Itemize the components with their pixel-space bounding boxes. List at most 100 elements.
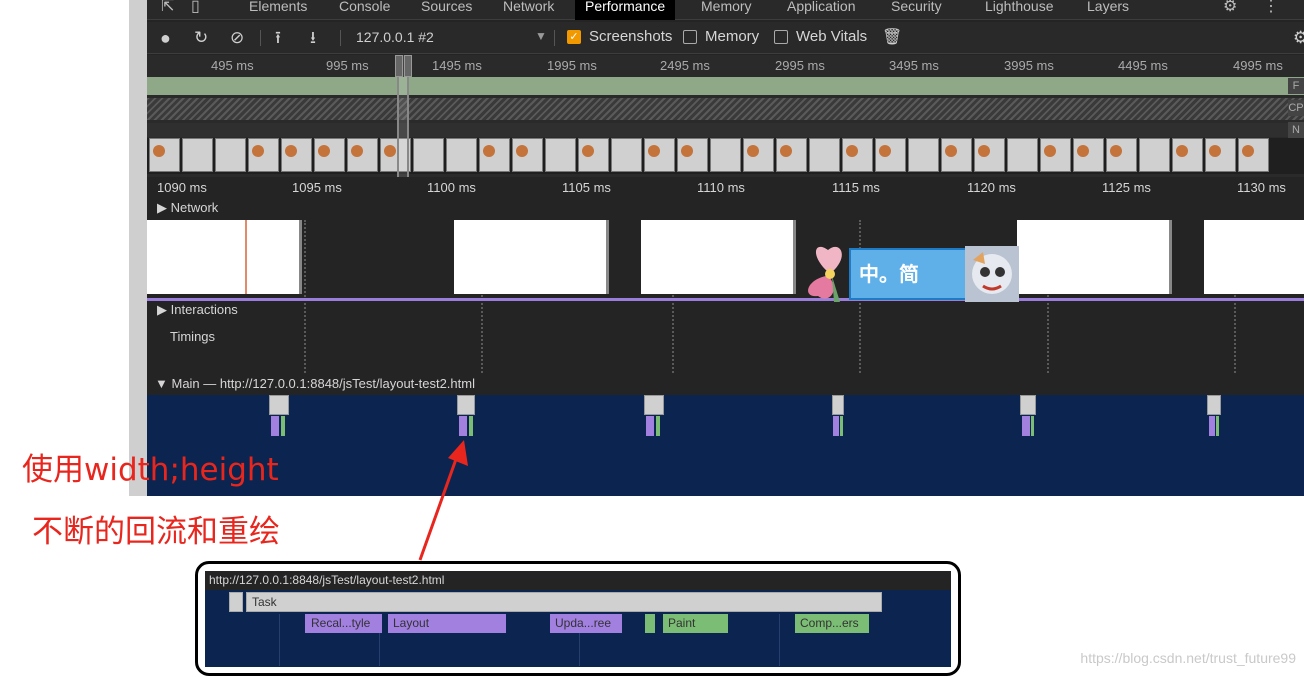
layout-block[interactable] xyxy=(271,416,279,436)
filmstrip-frame[interactable] xyxy=(1139,138,1170,172)
tab-memory[interactable]: Memory xyxy=(691,0,762,20)
cpu-label: CP xyxy=(1288,100,1304,116)
filmstrip-frame[interactable] xyxy=(941,138,972,172)
tab-sources[interactable]: Sources xyxy=(411,0,482,20)
filmstrip-frame[interactable] xyxy=(1205,138,1236,172)
selection-right-handle[interactable] xyxy=(404,55,412,77)
frame-screenshot[interactable] xyxy=(454,220,609,294)
filmstrip-frame[interactable] xyxy=(578,138,609,172)
paint-block[interactable] xyxy=(1031,416,1034,436)
network-track-label: Network xyxy=(170,200,219,215)
filmstrip-frame[interactable] xyxy=(710,138,741,172)
paint-block[interactable] xyxy=(469,416,473,436)
filmstrip-frame[interactable] xyxy=(512,138,543,172)
flamechart-gridline xyxy=(779,614,780,666)
sticker-text: 中。简 xyxy=(849,248,967,300)
net-label: N xyxy=(1288,122,1304,138)
tab-network[interactable]: Network xyxy=(493,0,564,20)
frame-screenshot[interactable] xyxy=(147,220,302,294)
record-icon[interactable]: ● xyxy=(160,27,171,49)
overview-tick: 3495 ms xyxy=(889,58,939,73)
main-track-toggle[interactable]: ▼ Main — http://127.0.0.1:8848/jsTest/la… xyxy=(155,376,475,391)
filmstrip-frame[interactable] xyxy=(1172,138,1203,172)
filmstrip-frame[interactable] xyxy=(182,138,213,172)
filmstrip-frame[interactable] xyxy=(644,138,675,172)
interactions-track-toggle[interactable]: ▶ Interactions xyxy=(157,302,238,318)
tab-lighthouse[interactable]: Lighthouse xyxy=(975,0,1064,20)
profile-select[interactable]: 127.0.0.1 #2 xyxy=(356,29,434,45)
filmstrip-frame[interactable] xyxy=(776,138,807,172)
chevron-down-icon[interactable]: ▼ xyxy=(535,29,547,43)
frame-screenshot[interactable] xyxy=(1204,220,1304,294)
trash-icon[interactable]: 🗑 xyxy=(882,27,902,49)
tab-application[interactable]: Application xyxy=(777,0,866,20)
layout-block[interactable] xyxy=(1209,416,1215,436)
layout-block[interactable] xyxy=(1022,416,1030,436)
filmstrip-frame[interactable] xyxy=(677,138,708,172)
paint-block[interactable] xyxy=(281,416,285,436)
filmstrip-frame[interactable] xyxy=(314,138,345,172)
tab-console[interactable]: Console xyxy=(329,0,400,20)
capture-settings-icon[interactable]: ⚙ xyxy=(1293,27,1304,49)
filmstrip-frame[interactable] xyxy=(842,138,873,172)
tab-performance[interactable]: Performance xyxy=(575,0,676,20)
clear-icon[interactable]: ⊘ xyxy=(230,27,244,49)
filmstrip-frame[interactable] xyxy=(248,138,279,172)
web-vitals-checkbox[interactable] xyxy=(774,30,788,44)
filmstrip-frame[interactable] xyxy=(347,138,378,172)
filmstrip-frame[interactable] xyxy=(413,138,444,172)
layout-block[interactable] xyxy=(833,416,839,436)
tab-elements[interactable]: Elements xyxy=(239,0,317,20)
network-track-toggle[interactable]: ▶ Network xyxy=(157,200,218,216)
screenshot-filmstrip[interactable] xyxy=(147,138,1304,174)
filmstrip-frame[interactable] xyxy=(1073,138,1104,172)
filmstrip-frame[interactable] xyxy=(611,138,642,172)
tab-layers[interactable]: Layers xyxy=(1077,0,1139,20)
filmstrip-frame[interactable] xyxy=(908,138,939,172)
paint-block[interactable] xyxy=(1216,416,1219,436)
main-thread-flamechart[interactable] xyxy=(147,395,1304,496)
filmstrip-frame[interactable] xyxy=(875,138,906,172)
device-toolbar-icon[interactable]: ▯ xyxy=(191,0,200,16)
tab-security[interactable]: Security xyxy=(881,0,952,20)
timeline-overview[interactable]: 495 ms 995 ms 1495 ms 1995 ms 2495 ms 29… xyxy=(147,55,1304,177)
load-profile-icon[interactable]: ⭱ xyxy=(275,27,281,49)
main-track-header[interactable]: ▼ Main — http://127.0.0.1:8848/jsTest/la… xyxy=(147,373,1304,395)
task-block[interactable] xyxy=(269,395,289,415)
task-block[interactable] xyxy=(457,395,475,415)
filmstrip-frame[interactable] xyxy=(215,138,246,172)
filmstrip-frame[interactable] xyxy=(743,138,774,172)
selection-left-handle[interactable] xyxy=(395,55,403,77)
layout-block[interactable] xyxy=(646,416,654,436)
filmstrip-frame[interactable] xyxy=(809,138,840,172)
filmstrip-frame[interactable] xyxy=(1007,138,1038,172)
filmstrip-frame[interactable] xyxy=(1238,138,1269,172)
frame-screenshot[interactable] xyxy=(641,220,796,294)
task-block[interactable] xyxy=(832,395,844,415)
settings-gear-icon[interactable]: ⚙ xyxy=(1223,0,1237,16)
save-profile-icon[interactable]: ⭳ xyxy=(310,27,316,49)
paint-block[interactable] xyxy=(840,416,843,436)
task-block[interactable] xyxy=(1207,395,1221,415)
page-gutter xyxy=(129,0,147,496)
reload-record-icon[interactable]: ↻ xyxy=(194,27,208,49)
screenshots-checkbox[interactable]: ✓ xyxy=(567,30,581,44)
memory-checkbox[interactable] xyxy=(683,30,697,44)
filmstrip-frame[interactable] xyxy=(974,138,1005,172)
filmstrip-frame[interactable] xyxy=(1106,138,1137,172)
frame-screenshot[interactable] xyxy=(1017,220,1172,294)
task-block[interactable] xyxy=(644,395,664,415)
overview-tick: 3995 ms xyxy=(1004,58,1054,73)
inspect-element-icon[interactable]: ⇱ xyxy=(161,0,174,16)
filmstrip-frame[interactable] xyxy=(446,138,477,172)
paint-block[interactable] xyxy=(656,416,660,436)
task-block[interactable] xyxy=(1020,395,1036,415)
filmstrip-frame[interactable] xyxy=(479,138,510,172)
layout-block[interactable] xyxy=(459,416,467,436)
more-options-icon[interactable]: ⋮ xyxy=(1263,0,1279,16)
filmstrip-frame[interactable] xyxy=(281,138,312,172)
filmstrip-frame[interactable] xyxy=(149,138,180,172)
filmstrip-frame[interactable] xyxy=(545,138,576,172)
fps-chart xyxy=(147,77,1304,95)
filmstrip-frame[interactable] xyxy=(1040,138,1071,172)
